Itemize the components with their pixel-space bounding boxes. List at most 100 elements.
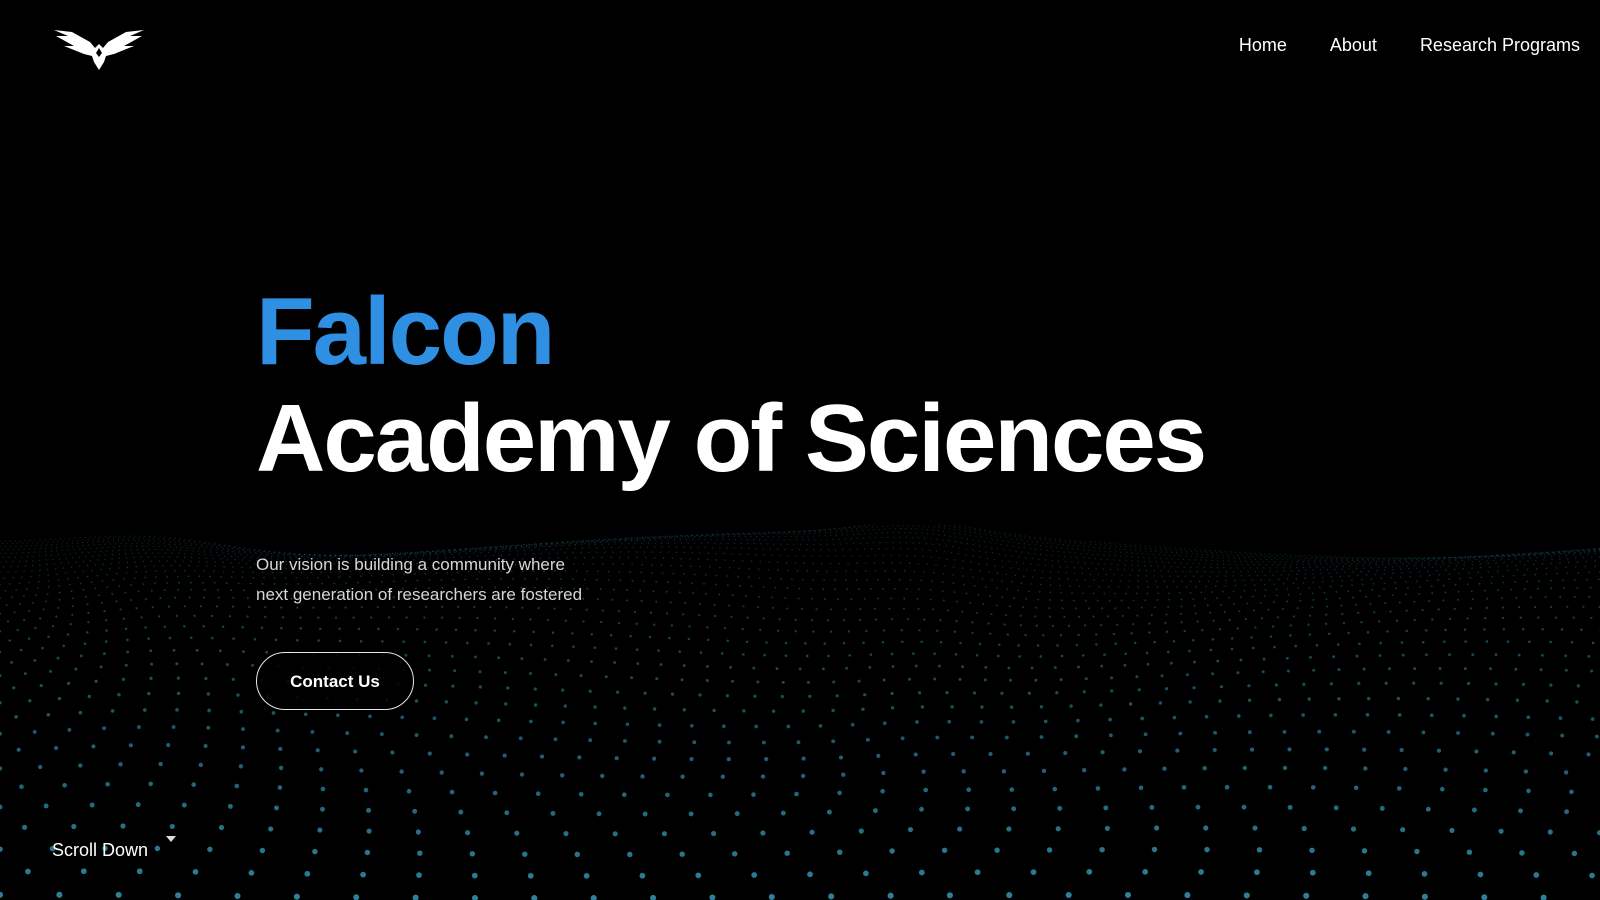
particle-dot	[1407, 568, 1410, 570]
particle-dot	[1235, 563, 1237, 566]
particle-dot	[1486, 597, 1489, 600]
particle-dot	[1234, 551, 1236, 553]
particle-dot	[1551, 555, 1553, 558]
particle-dot	[1205, 551, 1208, 553]
particle-dot	[112, 537, 114, 540]
particle-dot	[0, 630, 2, 633]
particle-dot	[1437, 579, 1440, 581]
particle-dot	[1266, 554, 1268, 557]
particle-dot	[39, 539, 41, 541]
particle-dot	[1274, 556, 1276, 559]
particle-dot	[1312, 581, 1314, 584]
particle-dot	[104, 619, 108, 622]
particle-dot	[1524, 564, 1526, 566]
particle-dot	[1593, 548, 1595, 550]
particle-dot	[1431, 592, 1434, 595]
particle-dot	[1459, 577, 1461, 580]
particle-dot	[183, 540, 185, 542]
particle-dot	[1398, 601, 1401, 604]
particle-dot	[722, 724, 726, 729]
particle-dot	[1377, 558, 1379, 560]
particle-dot	[117, 692, 121, 697]
particle-dot	[191, 782, 197, 787]
particle-dot	[1536, 587, 1539, 590]
particle-dot	[19, 648, 23, 652]
particle-dot	[1526, 788, 1531, 794]
particle-dot	[1243, 567, 1245, 569]
particle-dot	[1340, 559, 1343, 561]
particle-dot	[122, 617, 125, 620]
particle-dot	[1326, 563, 1328, 565]
particle-dot	[63, 553, 65, 555]
particle-dot	[951, 751, 956, 757]
particle-dot	[1324, 559, 1327, 561]
particle-dot	[1232, 590, 1235, 593]
particle-dot	[1428, 564, 1430, 566]
particle-dot	[209, 551, 212, 553]
particle-dot	[1497, 555, 1499, 558]
particle-dot	[1558, 555, 1560, 557]
particle-dot	[1251, 579, 1254, 581]
nav-home[interactable]: Home	[1239, 34, 1287, 56]
particle-dot	[1562, 579, 1564, 582]
particle-dot	[1269, 635, 1273, 638]
particle-dot	[1209, 549, 1211, 552]
particle-dot	[78, 565, 81, 568]
particle-dot	[1009, 787, 1015, 792]
particle-dot	[1540, 653, 1544, 657]
particle-dot	[1349, 556, 1351, 558]
particle-dot	[1305, 557, 1307, 560]
particle-dot	[1501, 616, 1505, 620]
particle-dot	[1230, 647, 1234, 651]
particle-dot	[86, 631, 89, 634]
particle-dot	[828, 893, 835, 900]
particle-dot	[1490, 555, 1492, 557]
particle-dot	[1438, 666, 1442, 671]
particle-dot	[195, 648, 199, 652]
falcon-logo-icon[interactable]	[54, 26, 144, 70]
particle-dot	[222, 552, 224, 554]
particle-dot	[228, 615, 232, 618]
particle-dot	[162, 556, 164, 558]
particle-dot	[91, 555, 94, 557]
particle-dot	[1360, 570, 1362, 573]
particle-dot	[223, 565, 225, 568]
particle-dot	[67, 549, 69, 551]
particle-dot	[1459, 556, 1461, 558]
particle-dot	[1490, 582, 1493, 585]
particle-dot	[56, 656, 60, 660]
nav-research-programs[interactable]: Research Programs	[1420, 34, 1580, 56]
particle-dot	[70, 566, 73, 569]
particle-dot	[1354, 556, 1356, 558]
particle-dot	[882, 721, 887, 726]
particle-dot	[1322, 765, 1328, 771]
particle-dot	[193, 614, 196, 617]
particle-dot	[947, 719, 952, 724]
particle-dot	[560, 773, 565, 778]
scroll-down-link[interactable]: Scroll Down	[52, 836, 177, 862]
particle-dot	[215, 549, 217, 551]
particle-dot	[131, 542, 133, 545]
particle-dot	[1431, 566, 1434, 569]
nav-about[interactable]: About	[1330, 34, 1377, 56]
particle-dot	[1342, 621, 1346, 625]
particle-dot	[1494, 714, 1499, 719]
particle-dot	[1427, 570, 1429, 572]
particle-dot	[104, 640, 108, 643]
particle-dot	[203, 570, 206, 572]
particle-dot	[760, 774, 766, 779]
particle-dot	[79, 582, 82, 585]
particle-dot	[1309, 655, 1312, 659]
particle-dot	[1277, 697, 1282, 702]
particle-dot	[14, 556, 16, 558]
contact-us-button[interactable]: Contact Us	[256, 652, 414, 710]
particle-dot	[400, 715, 405, 720]
particle-dot	[1487, 570, 1490, 573]
particle-dot	[188, 596, 191, 599]
particle-dot	[1377, 566, 1379, 569]
site-header: Home About Research Programs	[0, 0, 1600, 90]
particle-dot	[1543, 553, 1545, 555]
particle-dot	[1381, 562, 1383, 564]
particle-dot	[75, 561, 77, 563]
particle-dot	[1372, 558, 1374, 560]
